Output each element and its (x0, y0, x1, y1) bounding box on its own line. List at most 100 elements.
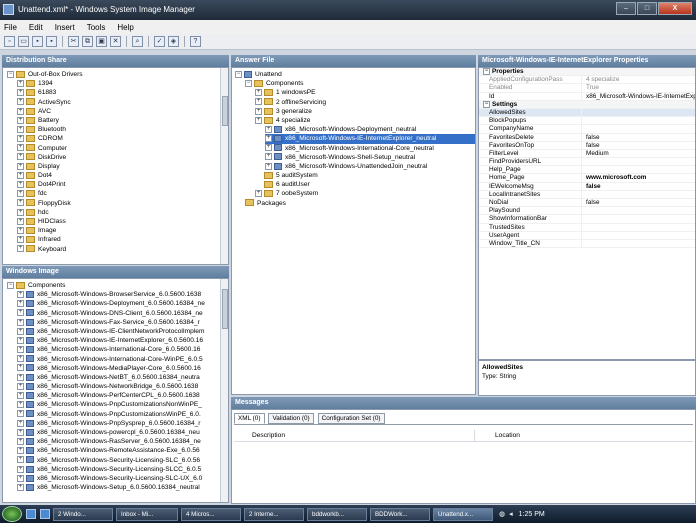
vertical-scrollbar[interactable] (220, 279, 228, 502)
close-button[interactable]: X (658, 2, 692, 15)
property-value[interactable]: false (581, 199, 695, 207)
property-row[interactable]: Window_Title_CN (479, 239, 695, 249)
driver-folder[interactable]: + CDROM (17, 134, 228, 143)
taskbar-button[interactable]: BDDWork... (370, 507, 430, 521)
ie-quicklaunch-icon[interactable] (40, 509, 50, 519)
property-row[interactable]: IEWelcomeMsg false (479, 182, 695, 191)
expand-icon[interactable]: + (255, 89, 262, 97)
driver-folder[interactable]: +1394 (17, 79, 228, 88)
property-row[interactable]: CompanyName (479, 125, 695, 134)
taskbar-button[interactable]: 4 Micros... (181, 507, 241, 521)
driver-folder[interactable]: + Display (17, 162, 228, 171)
property-value[interactable] (581, 125, 695, 133)
driver-folder[interactable]: + Bluetooth (17, 125, 228, 134)
property-value[interactable]: 4 specialize (581, 76, 695, 84)
expand-icon[interactable]: + (265, 153, 272, 161)
component-item[interactable]: + x86_Microsoft-Windows-MediaPlayer-Core_… (17, 364, 228, 373)
collapse-icon[interactable]: − (245, 79, 252, 87)
copy-icon[interactable]: ⧉ (82, 36, 93, 47)
expand-icon[interactable]: + (17, 171, 24, 179)
property-value[interactable]: www.microsoft.com (581, 174, 695, 182)
menu-tools[interactable]: Tools (87, 23, 106, 32)
tab-xml[interactable]: XML (0) (234, 413, 265, 424)
component-item[interactable]: + x86_Microsoft-Windows-PnpCustomizations… (17, 410, 228, 419)
pass-node[interactable]: +7 oobeSystem (255, 189, 475, 198)
expand-icon[interactable]: + (265, 135, 272, 143)
pass-node[interactable]: +2 offlineServicing (255, 98, 475, 107)
property-value[interactable] (581, 117, 695, 125)
driver-folder[interactable]: +61883 (17, 88, 228, 97)
taskbar-button[interactable]: bddworkb... (307, 507, 367, 521)
pass-node[interactable]: 5 auditSystem (255, 171, 475, 180)
component-item[interactable]: + x86_Microsoft-Windows-RemoteAssistance-… (17, 446, 228, 455)
expand-icon[interactable]: + (17, 419, 24, 427)
property-value[interactable]: x86_Microsoft-Windows-IE-InternetExplo (581, 92, 695, 100)
driver-folder[interactable]: + Dot4Print (17, 180, 228, 189)
property-row[interactable]: FindProvidersURL (479, 158, 695, 167)
expand-icon[interactable]: + (17, 327, 24, 335)
help-icon[interactable]: ? (190, 36, 201, 47)
delete-icon[interactable]: ✕ (110, 36, 121, 47)
expand-icon[interactable]: + (265, 125, 272, 133)
property-value[interactable] (581, 158, 695, 166)
property-value[interactable] (581, 215, 695, 223)
component-item[interactable]: + x86_Microsoft-Windows-PerfCenterCPL_6.0… (17, 391, 228, 400)
answer-component[interactable]: + x86_Microsoft-Windows-UnattendedJoin_ne… (265, 162, 475, 171)
menu-edit[interactable]: Edit (29, 23, 43, 32)
property-value[interactable]: false (581, 141, 695, 149)
property-row[interactable]: FilterLevel Medium (479, 149, 695, 159)
component-item[interactable]: + x86_Microsoft-Windows-Deployment_6.0.56… (17, 299, 228, 308)
expand-icon[interactable]: + (17, 144, 24, 152)
driver-folder[interactable]: + Battery (17, 116, 228, 125)
open-icon[interactable]: ▭ (18, 36, 29, 47)
property-row[interactable]: UserAgent (479, 231, 695, 240)
driver-folder[interactable]: + AVC (17, 107, 228, 116)
component-item[interactable]: + x86_Microsoft-Windows-Security-Licensin… (17, 465, 228, 474)
property-value[interactable]: True (581, 84, 695, 92)
expand-icon[interactable]: + (17, 373, 24, 381)
pass-node[interactable]: +4 specialize (255, 116, 475, 125)
vertical-scrollbar[interactable] (220, 68, 228, 264)
paste-icon[interactable]: ▣ (96, 36, 107, 47)
column-location[interactable]: Location (474, 430, 693, 441)
collapse-icon[interactable]: − (7, 70, 14, 78)
tree-node-packages[interactable]: Packages (235, 199, 475, 208)
property-value[interactable] (581, 231, 695, 239)
property-row[interactable]: FavoritesDelete false (479, 133, 695, 142)
expand-icon[interactable]: + (17, 437, 24, 445)
expand-icon[interactable]: + (17, 107, 24, 115)
component-item[interactable]: + x86_Microsoft-Windows-DNS-Client_6.0.56… (17, 309, 228, 318)
property-row[interactable]: BlockPopups (479, 117, 695, 126)
answer-component[interactable]: + x86_Microsoft-Windows-Shell-Setup_neutr… (265, 153, 475, 162)
component-item[interactable]: + x86_Microsoft-Windows-powercpl_6.0.5600… (17, 428, 228, 437)
start-button[interactable] (2, 506, 22, 522)
property-row[interactable]: Id x86_Microsoft-Windows-IE-InternetExplo (479, 92, 695, 101)
expand-icon[interactable]: + (17, 474, 24, 482)
driver-folder[interactable]: + Computer (17, 144, 228, 153)
expand-icon[interactable]: + (17, 190, 24, 198)
network-icon[interactable]: ◍ (499, 510, 505, 518)
expand-icon[interactable]: + (17, 309, 24, 317)
menu-file[interactable]: File (4, 23, 17, 32)
property-row[interactable]: Home_Page www.microsoft.com (479, 174, 695, 183)
scroll-thumb[interactable] (222, 96, 228, 126)
component-item[interactable]: + x86_Microsoft-Windows-Setup_6.0.5600.16… (17, 483, 228, 492)
menu-insert[interactable]: Insert (55, 23, 75, 32)
property-row[interactable]: Help_Page (479, 166, 695, 175)
expand-icon[interactable]: + (17, 382, 24, 390)
expand-icon[interactable]: + (17, 208, 24, 216)
column-description[interactable]: Description (234, 430, 474, 441)
expand-icon[interactable]: + (255, 98, 262, 106)
taskbar-button[interactable]: Unattend.x... (433, 507, 493, 521)
pass-node[interactable]: 6 auditUser (255, 180, 475, 189)
save-icon[interactable]: ▪ (32, 36, 43, 47)
property-value[interactable] (581, 166, 695, 174)
expand-icon[interactable]: + (17, 364, 24, 372)
expand-icon[interactable]: + (17, 217, 24, 225)
expand-icon[interactable]: + (255, 116, 262, 124)
expand-icon[interactable]: + (17, 392, 24, 399)
component-item[interactable]: + x86_Microsoft-Windows-IE-ClientNetworkP… (17, 327, 228, 336)
expand-icon[interactable]: + (17, 401, 24, 409)
expand-icon[interactable]: + (17, 355, 24, 363)
component-item[interactable]: + x86_Microsoft-Windows-Fax-Service_6.0.5… (17, 318, 228, 327)
